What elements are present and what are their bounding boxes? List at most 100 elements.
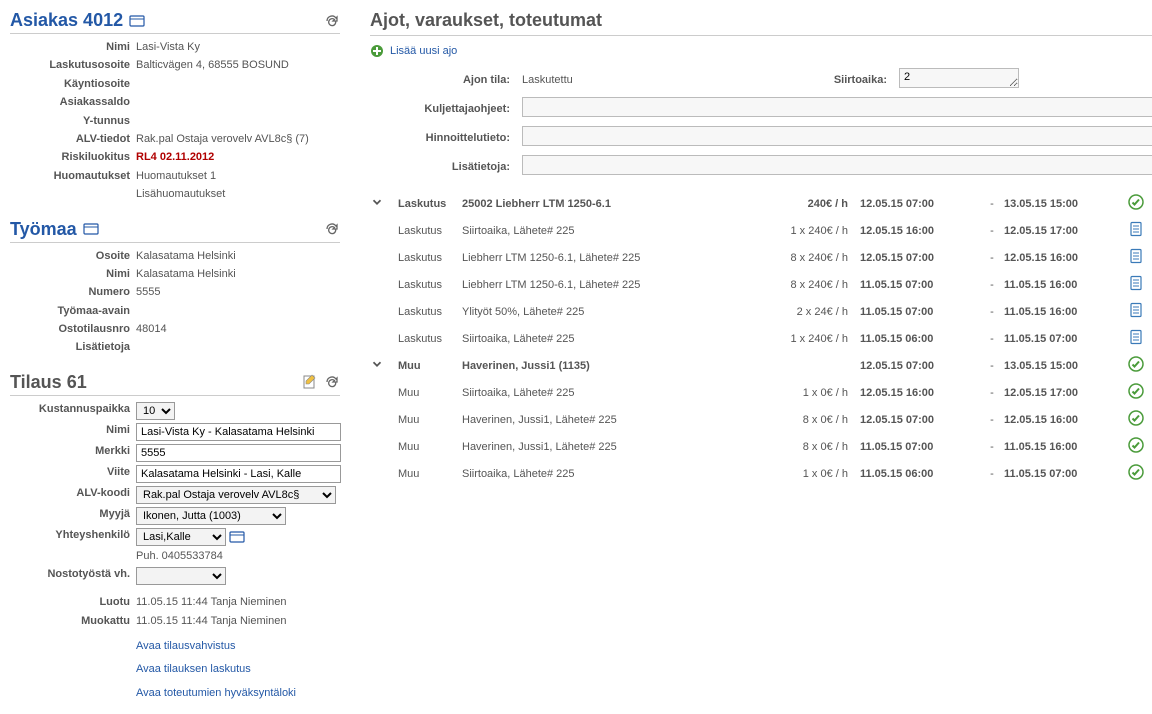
end-date: 12.05.15 16:00 [1004, 252, 1124, 264]
type: Laskutus [398, 198, 458, 210]
ajot-row: Laskutus 25002 Liebherr LTM 1250-6.1 240€ … [370, 190, 1152, 217]
value: Balticvägen 4, 68555 BOSUND [136, 58, 340, 73]
label: Kuljettajaohjeet: [370, 103, 510, 115]
rate: 8 x 240€ / h [766, 279, 856, 291]
dash: - [984, 252, 1000, 264]
end-date: 12.05.15 17:00 [1004, 225, 1124, 237]
rate: 2 x 24€ / h [766, 306, 856, 318]
document-icon[interactable] [1128, 248, 1148, 267]
viite-input[interactable] [136, 465, 341, 483]
type: Muu [398, 441, 458, 453]
value [136, 95, 340, 110]
ajot-row: MuuSiirtoaika, Lähete# 2251 x 0€ / h11.0… [370, 460, 1152, 487]
lisa-input[interactable] [522, 155, 1152, 175]
phone: Puh. 0405533784 [136, 549, 340, 564]
chevron-down-icon[interactable] [370, 357, 394, 374]
start-date: 12.05.15 07:00 [860, 360, 980, 372]
kustannus-select[interactable]: 10 [136, 402, 175, 420]
ajot-row: Laskutus Liebherr LTM 1250-6.1, Lähete# 2… [370, 244, 1152, 271]
rate: 240€ / h [766, 198, 856, 210]
ajot-row: Muu Haverinen, Jussi1, Lähete# 225 8 x 0€ … [370, 406, 1152, 433]
description: Siirtoaika, Lähete# 225 [462, 333, 762, 345]
label: Käyntiosoite [10, 77, 136, 92]
label: Y-tunnus [10, 114, 136, 129]
yhteys-select[interactable]: Lasi,Kalle [136, 528, 226, 546]
label: Nimi [10, 267, 136, 282]
document-icon[interactable] [1128, 275, 1148, 294]
document-icon[interactable] [1128, 329, 1148, 348]
label: Riskiluokitus [10, 150, 136, 165]
label: Nimi [10, 40, 136, 55]
ajot-row: LaskutusLiebherr LTM 1250-6.1, Lähete# 2… [370, 271, 1152, 298]
add-drive-link[interactable]: Lisää uusi ajo [390, 45, 457, 57]
plus-icon[interactable] [370, 44, 384, 58]
ajot-row: LaskutusYlityöt 50%, Lähete# 2252 x 24€ … [370, 298, 1152, 325]
label: Asiakassaldo [10, 95, 136, 110]
description: Haverinen, Jussi1, Lähete# 225 [462, 441, 762, 453]
edit-icon[interactable] [302, 374, 318, 390]
start-date: 11.05.15 07:00 [860, 279, 980, 291]
dash: - [984, 360, 1000, 372]
label: Yhteyshenkilö [10, 528, 136, 546]
start-date: 11.05.15 07:00 [860, 441, 980, 453]
nimi-input[interactable] [136, 423, 341, 441]
description: Liebherr LTM 1250-6.1, Lähete# 225 [462, 252, 762, 264]
label: Siirtoaika: [807, 74, 887, 86]
rate: 1 x 240€ / h [766, 333, 856, 345]
value [136, 77, 340, 92]
value: 48014 [136, 322, 340, 337]
approved-icon[interactable] [1128, 383, 1148, 402]
open-billing-link[interactable]: Avaa tilauksen laskutus [136, 662, 340, 677]
rate: 1 x 0€ / h [766, 387, 856, 399]
start-date: 12.05.15 07:00 [860, 414, 980, 426]
value: 11.05.15 11:44 Tanja Nieminen [136, 595, 340, 610]
label: Lisätietoja [10, 340, 136, 355]
label: Osoite [10, 249, 136, 264]
approved-icon[interactable] [1128, 464, 1148, 483]
label: ALV-koodi [10, 486, 136, 504]
description: Haverinen, Jussi1 (1135) [462, 360, 762, 372]
open-confirm-link[interactable]: Avaa tilausvahvistus [136, 639, 340, 654]
rate: 8 x 0€ / h [766, 414, 856, 426]
refresh-icon[interactable] [324, 221, 340, 237]
label: Laskutusosoite [10, 58, 136, 73]
chevron-down-icon[interactable] [370, 195, 394, 212]
value [136, 304, 340, 319]
document-icon[interactable] [1128, 302, 1148, 321]
dash: - [984, 198, 1000, 210]
end-date: 13.05.15 15:00 [1004, 198, 1124, 210]
description: Liebherr LTM 1250-6.1, Lähete# 225 [462, 279, 762, 291]
refresh-icon[interactable] [324, 374, 340, 390]
end-date: 11.05.15 16:00 [1004, 279, 1124, 291]
card-icon[interactable] [129, 13, 145, 29]
alv-select[interactable]: Rak.pal Ostaja verovelv AVL8c§ [136, 486, 336, 504]
approved-icon[interactable] [1128, 194, 1148, 213]
kulj-input[interactable] [522, 97, 1152, 117]
description: Haverinen, Jussi1, Lähete# 225 [462, 414, 762, 426]
approved-icon[interactable] [1128, 437, 1148, 456]
nosto-select[interactable] [136, 567, 226, 585]
start-date: 12.05.15 16:00 [860, 387, 980, 399]
merkki-input[interactable] [136, 444, 341, 462]
hinn-input[interactable] [522, 126, 1152, 146]
type: Muu [398, 414, 458, 426]
tila-value: Laskutettu [522, 74, 795, 86]
refresh-icon[interactable] [324, 13, 340, 29]
description: 25002 Liebherr LTM 1250-6.1 [462, 198, 762, 210]
myyja-select[interactable]: Ikonen, Jutta (1003) [136, 507, 286, 525]
approved-icon[interactable] [1128, 410, 1148, 429]
document-icon[interactable] [1128, 221, 1148, 240]
value: 11.05.15 11:44 Tanja Nieminen [136, 614, 340, 629]
ajot-row: LaskutusSiirtoaika, Lähete# 2251 x 240€ … [370, 217, 1152, 244]
card-icon[interactable] [83, 221, 99, 237]
value: Lasi-Vista Ky [136, 40, 340, 55]
approved-icon[interactable] [1128, 356, 1148, 375]
description: Ylityöt 50%, Lähete# 225 [462, 306, 762, 318]
card-icon[interactable] [229, 529, 245, 545]
dash: - [984, 333, 1000, 345]
type: Laskutus [398, 252, 458, 264]
label: ALV-tiedot [10, 132, 136, 147]
open-approval-link[interactable]: Avaa toteutumien hyväksyntäloki [136, 686, 340, 701]
siirto-input[interactable] [899, 68, 1019, 88]
start-date: 12.05.15 16:00 [860, 225, 980, 237]
